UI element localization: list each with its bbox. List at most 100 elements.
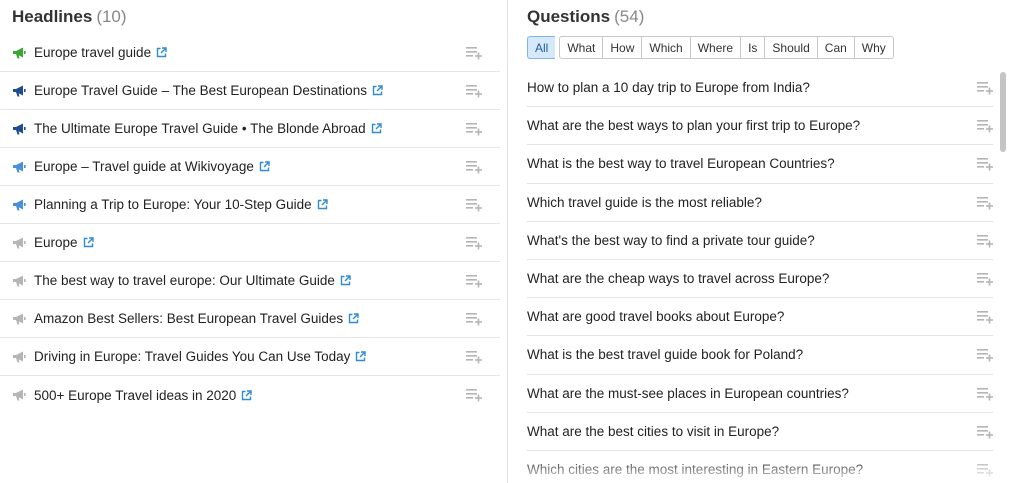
headline-row[interactable]: Europe Travel Guide – The Best European … [0, 72, 500, 110]
question-text[interactable]: What are the best cities to visit in Eur… [527, 424, 779, 439]
megaphone-navy-icon [13, 85, 26, 96]
headline-row[interactable]: Europe [0, 224, 500, 262]
add-to-list-icon[interactable] [977, 310, 993, 324]
megaphone-gray-icon [13, 351, 26, 362]
question-text[interactable]: Which cities are the most interesting in… [527, 462, 863, 477]
external-link-icon[interactable] [156, 47, 167, 58]
headline-text[interactable]: 500+ Europe Travel ideas in 2020 [34, 388, 236, 403]
headline-row[interactable]: Planning a Trip to Europe: Your 10-Step … [0, 186, 500, 224]
megaphone-blue-icon [13, 199, 26, 210]
filter-where-button[interactable]: Where [689, 36, 741, 59]
headline-text[interactable]: The best way to travel europe: Our Ultim… [34, 273, 335, 288]
external-link-icon[interactable] [371, 123, 382, 134]
headline-row[interactable]: 500+ Europe Travel ideas in 2020 [0, 376, 500, 414]
filter-what-button[interactable]: What [559, 36, 603, 59]
megaphone-green-icon [13, 47, 26, 58]
add-to-list-icon[interactable] [977, 425, 993, 439]
headline-row[interactable]: Amazon Best Sellers: Best European Trave… [0, 300, 500, 338]
question-text[interactable]: What are the best ways to plan your firs… [527, 118, 860, 133]
headline-text[interactable]: Europe Travel Guide – The Best European … [34, 83, 367, 98]
question-row[interactable]: What are the best cities to visit in Eur… [527, 413, 993, 451]
external-link-icon[interactable] [83, 237, 94, 248]
questions-scrollbar[interactable] [1000, 72, 1006, 152]
headline-row[interactable]: Europe – Travel guide at Wikivoyage [0, 148, 500, 186]
filter-why-button[interactable]: Why [853, 36, 894, 59]
question-row[interactable]: What is the best travel guide book for P… [527, 336, 993, 375]
external-link-icon[interactable] [241, 389, 252, 401]
headline-text[interactable]: Europe travel guide [34, 45, 151, 60]
filter-should-button[interactable]: Should [764, 36, 817, 59]
external-link-icon[interactable] [340, 275, 351, 286]
megaphone-navy-icon [13, 123, 26, 134]
question-text[interactable]: What are the must-see places in European… [527, 386, 849, 401]
question-row[interactable]: What is the best way to travel European … [527, 145, 993, 184]
external-link-icon[interactable] [317, 199, 328, 210]
question-row[interactable]: What's the best way to find a private to… [527, 222, 993, 260]
question-text[interactable]: What is the best travel guide book for P… [527, 347, 803, 362]
headline-row[interactable]: The best way to travel europe: Our Ultim… [0, 262, 500, 300]
external-link-icon[interactable] [259, 161, 270, 172]
headlines-title-text: Headlines [12, 7, 93, 26]
add-to-list-icon[interactable] [466, 236, 482, 250]
add-to-list-icon[interactable] [466, 388, 482, 402]
add-to-list-icon[interactable] [466, 46, 482, 60]
questions-panel: Questions (54) All What How Which Where Is Shou… [508, 0, 1010, 483]
question-row[interactable]: Which cities are the most interesting in… [527, 451, 993, 483]
questions-title-text: Questions [527, 7, 611, 26]
megaphone-gray-icon [13, 237, 26, 248]
question-text[interactable]: What are the cheap ways to travel across… [527, 271, 829, 286]
question-row[interactable]: What are the must-see places in European… [527, 375, 993, 413]
headlines-panel: Headlines (10) Europe travel guide Europe … [0, 0, 507, 483]
external-link-icon[interactable] [355, 351, 367, 362]
headline-row[interactable]: Driving in Europe: Travel Guides You Can… [0, 338, 500, 376]
headline-text[interactable]: Europe [34, 235, 78, 250]
add-to-list-icon[interactable] [466, 198, 482, 212]
add-to-list-icon[interactable] [466, 84, 482, 98]
megaphone-blue-icon [13, 161, 26, 172]
question-text[interactable]: What is the best way to travel European … [527, 156, 835, 171]
question-text[interactable]: Which travel guide is the most reliable? [527, 195, 762, 210]
external-link-icon[interactable] [348, 313, 359, 324]
add-to-list-icon[interactable] [466, 312, 482, 326]
question-text[interactable]: How to plan a 10 day trip to Europe from… [527, 80, 810, 95]
add-to-list-icon[interactable] [466, 122, 482, 136]
question-row[interactable]: How to plan a 10 day trip to Europe from… [527, 69, 993, 108]
filter-can-button[interactable]: Can [816, 36, 854, 59]
questions-count: (54) [614, 7, 645, 26]
add-to-list-icon[interactable] [977, 234, 993, 248]
headline-text[interactable]: Driving in Europe: Travel Guides You Can… [34, 349, 350, 364]
filter-all-button[interactable]: All [527, 36, 556, 59]
add-to-list-icon[interactable] [977, 463, 993, 477]
add-to-list-icon[interactable] [466, 160, 482, 174]
add-to-list-icon[interactable] [977, 81, 993, 95]
headline-text[interactable]: The Ultimate Europe Travel Guide • The B… [34, 121, 366, 136]
question-text[interactable]: What's the best way to find a private to… [527, 233, 815, 248]
add-to-list-icon[interactable] [977, 157, 993, 171]
question-row[interactable]: What are the best ways to plan your firs… [527, 107, 993, 146]
megaphone-gray-icon [13, 313, 26, 324]
add-to-list-icon[interactable] [466, 274, 482, 288]
megaphone-gray-icon [13, 275, 26, 286]
add-to-list-icon[interactable] [466, 350, 482, 364]
add-to-list-icon[interactable] [977, 348, 993, 362]
filter-is-button[interactable]: Is [740, 36, 765, 59]
question-text[interactable]: What are good travel books about Europe? [527, 309, 784, 324]
headline-text[interactable]: Amazon Best Sellers: Best European Trave… [34, 311, 343, 326]
question-row[interactable]: What are the cheap ways to travel across… [527, 260, 993, 299]
add-to-list-icon[interactable] [977, 387, 993, 401]
headline-row[interactable]: Europe travel guide [0, 34, 500, 72]
question-row[interactable]: Which travel guide is the most reliable? [527, 184, 993, 222]
add-to-list-icon[interactable] [977, 196, 993, 210]
headline-text[interactable]: Planning a Trip to Europe: Your 10-Step … [34, 197, 312, 212]
add-to-list-icon[interactable] [977, 119, 993, 133]
filter-which-button[interactable]: Which [641, 36, 690, 59]
add-to-list-icon[interactable] [977, 272, 993, 286]
external-link-icon[interactable] [372, 85, 383, 96]
filter-how-button[interactable]: How [602, 36, 642, 59]
headline-row[interactable]: The Ultimate Europe Travel Guide • The B… [0, 110, 500, 148]
headlines-list: Europe travel guide Europe Travel Guide –… [0, 34, 500, 414]
questions-title: Questions (54) [527, 7, 644, 27]
question-row[interactable]: What are good travel books about Europe? [527, 298, 993, 337]
megaphone-gray-icon [13, 389, 26, 401]
headline-text[interactable]: Europe – Travel guide at Wikivoyage [34, 159, 254, 174]
